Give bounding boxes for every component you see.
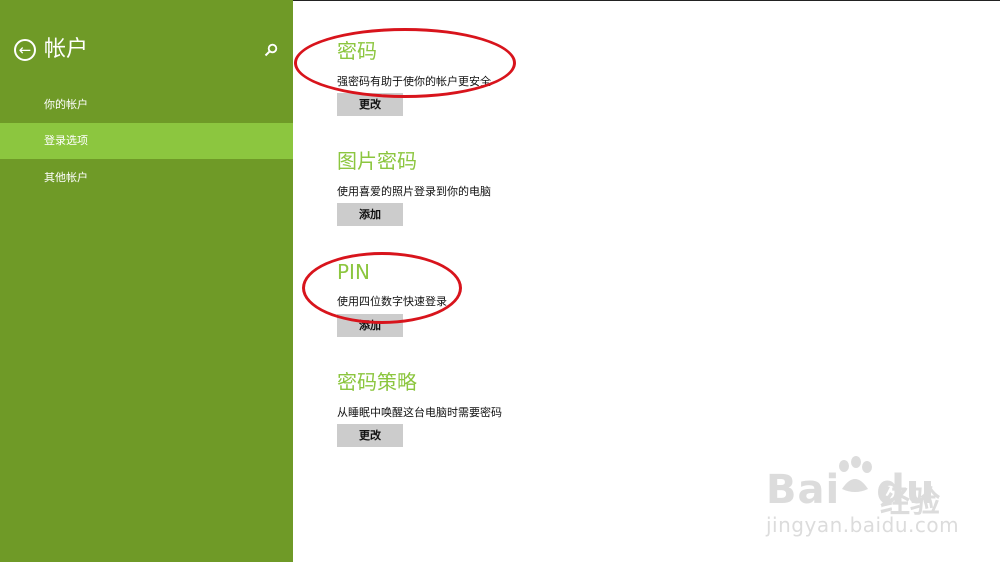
back-arrow-icon[interactable]: ←: [14, 39, 36, 61]
top-divider: [293, 0, 1000, 1]
sidebar-item-sign-in-options[interactable]: 登录选项: [0, 123, 293, 159]
search-icon[interactable]: [264, 43, 278, 57]
annotation-ellipse-pin: [302, 252, 462, 324]
baidu-watermark: Bai du 经验 jingyan.baidu.com: [760, 455, 960, 545]
annotation-ellipse-password: [294, 28, 516, 98]
section-title-password-policy: 密码策略: [337, 370, 417, 394]
sidebar-item-your-account[interactable]: 你的帐户: [0, 87, 293, 123]
section-desc-picture-password: 使用喜爱的照片登录到你的电脑: [337, 185, 491, 198]
paw-icon: [839, 456, 872, 492]
watermark-url: jingyan.baidu.com: [766, 513, 960, 537]
section-desc-password-policy: 从睡眠中唤醒这台电脑时需要密码: [337, 406, 502, 419]
sidebar-title: 帐户: [44, 37, 89, 62]
add-picture-password-button[interactable]: 添加: [337, 203, 403, 226]
change-password-policy-button[interactable]: 更改: [337, 424, 403, 447]
sidebar: ← 帐户 你的帐户 登录选项 其他帐户: [0, 0, 293, 562]
sidebar-item-other-accounts[interactable]: 其他帐户: [0, 160, 293, 196]
section-title-picture-password: 图片密码: [337, 149, 417, 173]
